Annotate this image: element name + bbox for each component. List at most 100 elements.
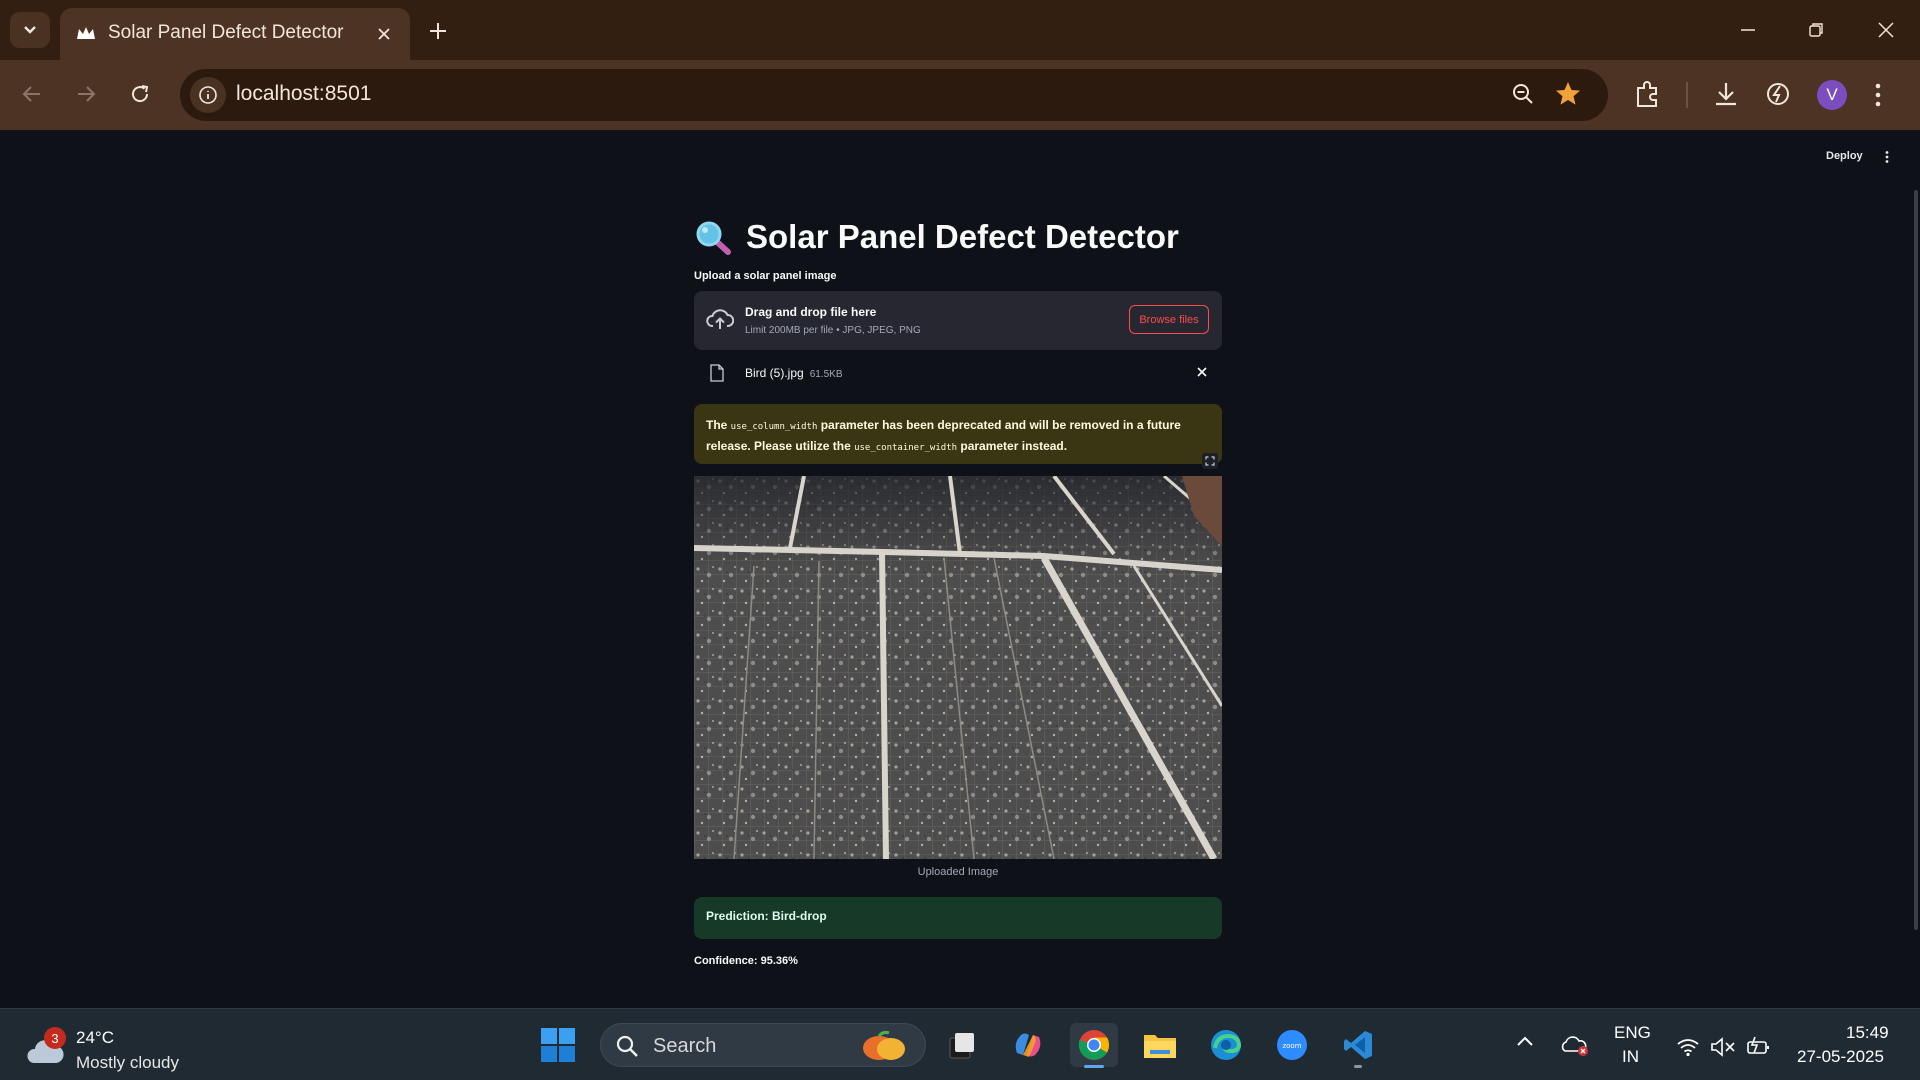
file-icon: [710, 364, 724, 382]
warning-code-1: use_column_width: [730, 422, 818, 432]
cloud-upload-icon: [706, 309, 734, 329]
weather-temperature: 24°C: [76, 1028, 114, 1047]
page-scrollbar[interactable]: [1914, 190, 1918, 930]
new-tab-button[interactable]: [420, 14, 456, 48]
zoom-out-icon[interactable]: [1510, 81, 1536, 107]
windows-taskbar: 3 24°C Mostly cloudy Search zoom ENG IN …: [0, 1008, 1920, 1080]
tab-close-button[interactable]: [372, 22, 396, 46]
back-button[interactable]: [12, 74, 52, 114]
taskbar-app-copilot[interactable]: [1004, 1023, 1052, 1067]
performance-icon[interactable]: [1760, 76, 1796, 112]
image-caption: Uploaded Image: [917, 866, 999, 878]
close-window-button[interactable]: [1864, 10, 1908, 50]
info-icon: [199, 86, 217, 104]
active-app-indicator: [1084, 1065, 1104, 1068]
running-app-indicator: [1354, 1065, 1362, 1068]
site-info-button[interactable]: [190, 77, 226, 113]
language-indicator[interactable]: ENG: [1614, 1023, 1651, 1043]
dark-app-icon: [949, 1033, 974, 1059]
taskbar-app-chrome[interactable]: [1070, 1023, 1118, 1068]
taskbar-app-zoom[interactable]: zoom: [1268, 1023, 1316, 1067]
address-bar[interactable]: localhost:8501: [180, 69, 1608, 121]
tab-title: Solar Panel Defect Detector: [108, 22, 344, 43]
remove-file-icon[interactable]: [1196, 366, 1208, 378]
close-window-icon: [1878, 22, 1894, 38]
search-highlight-mango-icon: [863, 1030, 905, 1060]
wifi-icon[interactable]: [1676, 1037, 1700, 1057]
battery-charging-icon[interactable]: [1746, 1035, 1772, 1057]
fullscreen-button[interactable]: [1202, 453, 1218, 469]
confidence-label: Confidence:: [694, 955, 761, 967]
vscode-icon: [1344, 1031, 1372, 1059]
arrow-right-icon: [78, 86, 96, 102]
svg-text:zoom: zoom: [1282, 1042, 1301, 1050]
clock-time[interactable]: 15:49: [1846, 1023, 1889, 1043]
taskbar-app-vscode[interactable]: [1334, 1023, 1382, 1068]
taskbar-app-edge[interactable]: [1202, 1023, 1250, 1067]
volume-muted-icon[interactable]: [1710, 1037, 1736, 1057]
close-icon: [378, 28, 390, 40]
profile-avatar[interactable]: V: [1817, 80, 1847, 110]
tray-overflow-chevron-icon[interactable]: [1516, 1035, 1534, 1047]
weather-notification-badge: 3: [44, 1027, 66, 1049]
dropzone-title: Drag and drop file here: [745, 305, 877, 319]
clock-date[interactable]: 27-05-2025: [1797, 1047, 1884, 1067]
chrome-icon: [1078, 1030, 1110, 1060]
toolbar-divider: [1686, 82, 1688, 108]
prediction-result: Prediction: Bird-drop: [694, 897, 1222, 939]
reload-icon: [132, 85, 149, 103]
weather-widget[interactable]: 3 24°C Mostly cloudy: [24, 1019, 224, 1072]
prediction-value: Bird-drop: [772, 909, 827, 923]
forward-button[interactable]: [66, 74, 106, 114]
restore-button[interactable]: [1794, 10, 1838, 50]
search-label: Search: [653, 1035, 717, 1057]
file-name-text: Bird (5).jpg: [745, 366, 804, 380]
prediction-label: Prediction:: [706, 909, 773, 923]
browse-files-button[interactable]: Browse files: [1129, 305, 1209, 334]
extensions-icon[interactable]: [1630, 76, 1666, 112]
bookmark-star-icon[interactable]: [1554, 80, 1582, 108]
streamlit-favicon-icon: [77, 27, 95, 39]
warning-code-2: use_container_width: [854, 443, 958, 453]
magnifier-emoji-icon: [696, 221, 731, 255]
deprecation-warning: The use_column_width parameter has been …: [694, 404, 1222, 464]
zoom-app-icon: zoom: [1277, 1030, 1307, 1060]
fullscreen-icon: [1205, 456, 1215, 466]
url-text[interactable]: localhost:8501: [236, 82, 371, 106]
warning-text-3: parameter instead.: [957, 439, 1068, 453]
upload-label: Upload a solar panel image: [694, 270, 837, 282]
windows-start-icon[interactable]: [540, 1027, 576, 1063]
more-menu-icon[interactable]: [1874, 80, 1882, 110]
arrow-left-icon: [22, 86, 40, 102]
tab-search-button[interactable]: [10, 12, 50, 48]
file-size: 61.5KB: [809, 369, 843, 380]
warning-text-1: The: [706, 418, 731, 432]
taskbar-search[interactable]: Search: [600, 1023, 926, 1067]
onedrive-error-icon[interactable]: [1560, 1033, 1590, 1057]
region-indicator[interactable]: IN: [1622, 1047, 1639, 1067]
solar-panel-photo: [694, 476, 1222, 859]
download-icon[interactable]: [1708, 76, 1744, 112]
copilot-icon: [1015, 1033, 1041, 1057]
edge-icon: [1211, 1030, 1242, 1060]
weather-description: Mostly cloudy: [76, 1053, 179, 1072]
page-title: Solar Panel Defect Detector: [694, 218, 1179, 256]
uploaded-file-row: Bird (5).jpg 61.5KB: [694, 358, 1222, 388]
folder-icon: [1144, 1035, 1176, 1058]
taskbar-app-file-explorer[interactable]: [1136, 1023, 1184, 1067]
restore-icon: [1809, 23, 1823, 37]
confidence-value: 95.36%: [760, 955, 798, 967]
file-dropzone[interactable]: Drag and drop file here Limit 200MB per …: [694, 291, 1222, 350]
uploaded-image: [694, 476, 1222, 859]
file-name: Bird (5).jpg 61.5KB: [745, 366, 843, 380]
active-tab[interactable]: Solar Panel Defect Detector: [60, 8, 410, 60]
page-title-text: Solar Panel Defect Detector: [746, 218, 1179, 255]
confidence-result: Confidence: 95.36%: [694, 955, 798, 967]
deploy-button[interactable]: Deploy: [1826, 150, 1863, 162]
reload-button[interactable]: [120, 74, 160, 114]
app-menu-icon[interactable]: [1884, 150, 1890, 164]
minimize-button[interactable]: [1726, 10, 1770, 50]
plus-icon: [430, 23, 446, 39]
taskbar-app-file-manager[interactable]: [938, 1023, 986, 1067]
minimize-icon: [1741, 29, 1755, 31]
